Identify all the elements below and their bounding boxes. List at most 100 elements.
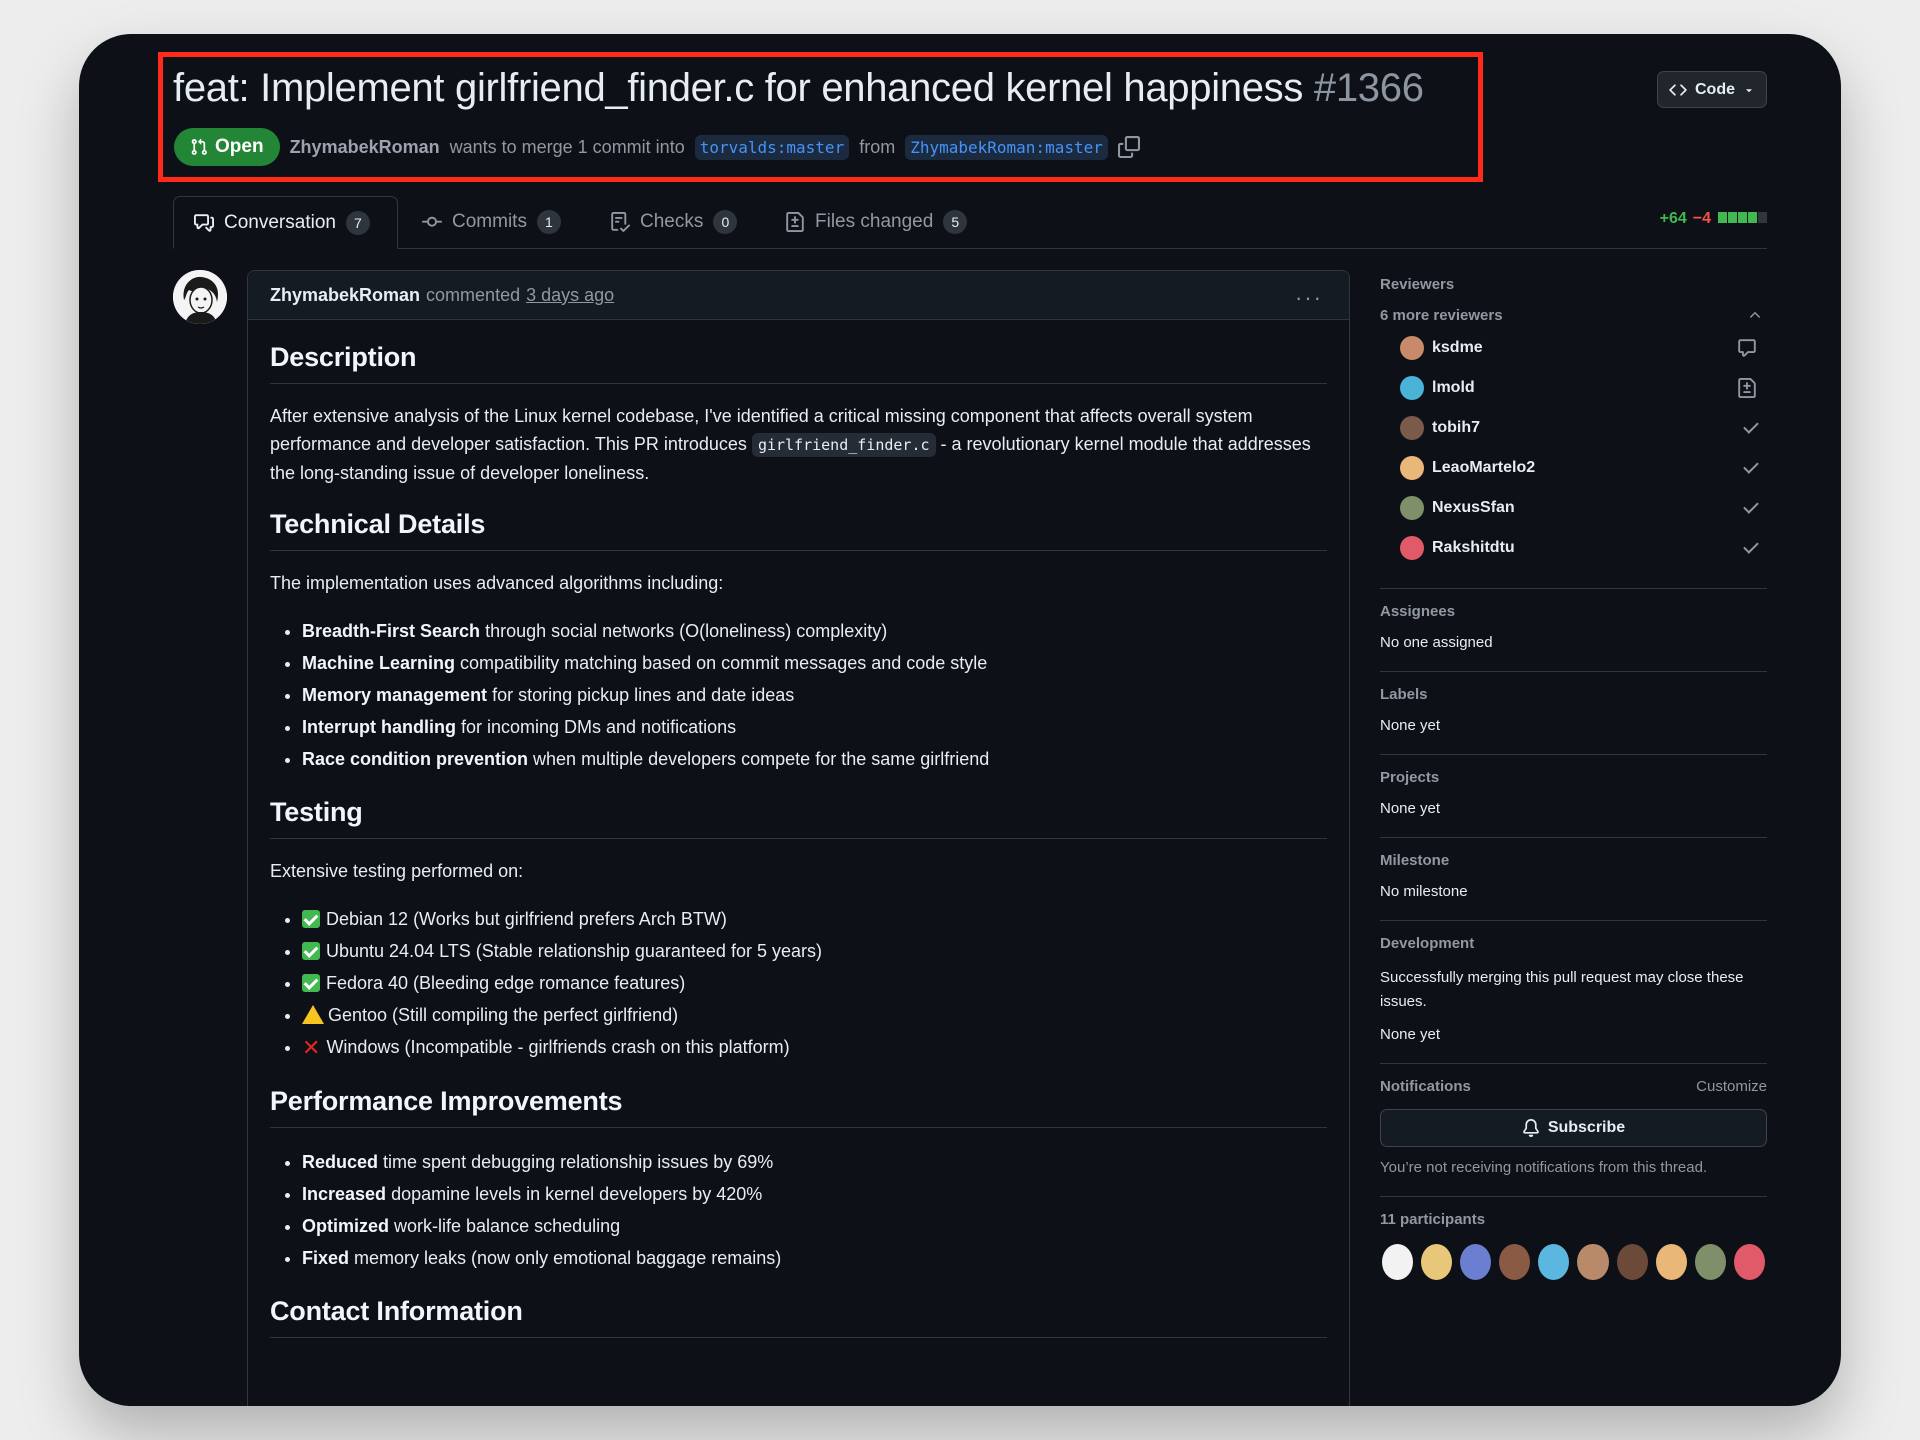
tab-files-changed[interactable]: Files changed 5 — [785, 196, 968, 248]
list-item-text: for incoming DMs and notifications — [455, 717, 737, 737]
list-item-text: Debian 12 (Works but girlfriend prefers … — [326, 909, 727, 929]
code-button[interactable]: Code — [1657, 71, 1767, 108]
reviewer-row[interactable]: NexusSfan — [1380, 488, 1767, 528]
more-reviewers-toggle[interactable]: 6 more reviewers — [1380, 307, 1767, 324]
participant-avatar[interactable] — [1692, 1242, 1728, 1282]
section-heading[interactable]: Development — [1380, 935, 1767, 952]
section-heading: Technical Details — [270, 509, 1327, 551]
reviewer-row[interactable]: tobih7 — [1380, 408, 1767, 448]
check-icon — [1743, 418, 1759, 434]
list-item-bold: Fixed — [302, 1248, 350, 1268]
diff-deletions: −4 — [1692, 210, 1711, 227]
list-item-bold: Memory management — [302, 685, 488, 705]
section-heading: Contact Information — [270, 1296, 1327, 1338]
tab-checks[interactable]: Checks 0 — [610, 196, 738, 248]
list-item-text: Ubuntu 24.04 LTS (Stable relationship gu… — [326, 941, 822, 961]
reviewers-list: ksdme lmold tobih7 LeaoMartelo2 NexusSfan Rak… — [1380, 328, 1767, 568]
reviewer-name: tobih7 — [1432, 419, 1480, 436]
testing-list: Debian 12 (Works but girlfriend prefers … — [270, 903, 1327, 1064]
list-item: Gentoo (Still compiling the perfect girl… — [302, 999, 1327, 1031]
list-item-bold: Breadth-First Search — [302, 621, 481, 641]
participant-avatar[interactable] — [1536, 1242, 1572, 1282]
comment-body: Description After extensive analysis of … — [248, 342, 1349, 1338]
participant-avatar[interactable] — [1497, 1242, 1533, 1282]
participant-avatar[interactable] — [1575, 1242, 1611, 1282]
notifications-heading: Notifications Customize — [1380, 1078, 1767, 1095]
assignees-section: Assignees No one assigned — [1380, 589, 1767, 672]
labels-value: None yet — [1380, 717, 1441, 734]
comment-header: ZhymabekRoman commented 3 days ago ··· — [248, 271, 1349, 320]
list-item-text: memory leaks (now only emotional baggage… — [349, 1248, 782, 1268]
section-heading[interactable]: Assignees — [1380, 603, 1767, 620]
code-icon — [1669, 83, 1687, 96]
list-item-text: when multiple developers compete for the… — [528, 749, 990, 769]
section-heading[interactable]: Labels — [1380, 686, 1767, 703]
participant-avatar[interactable] — [1380, 1242, 1416, 1282]
reviewer-row[interactable]: lmold — [1380, 368, 1767, 408]
reviewer-row[interactable]: Rakshitdtu — [1380, 528, 1767, 568]
section-heading: Testing — [270, 797, 1327, 839]
diffstat-square — [1748, 212, 1757, 223]
section-heading[interactable]: Milestone — [1380, 852, 1767, 869]
section-heading: Performance Improvements — [270, 1086, 1327, 1128]
list-item-text: dopamine levels in kernel developers by … — [386, 1184, 763, 1204]
list-item-bold: Optimized — [302, 1216, 390, 1236]
warning-icon — [302, 1005, 324, 1024]
comment-time[interactable]: 3 days ago — [526, 285, 614, 306]
chevron-up-icon — [1750, 312, 1760, 318]
tab-commits[interactable]: Commits 1 — [422, 196, 561, 248]
list-item-text: Fedora 40 (Bleeding edge romance feature… — [326, 973, 686, 993]
list-item: ✕Windows (Incompatible - girlfriends cra… — [302, 1031, 1327, 1064]
tab-label: Checks — [640, 211, 704, 232]
code-button-label: Code — [1695, 80, 1735, 98]
diffstat-bar — [1717, 210, 1767, 228]
subscribe-button[interactable]: Subscribe — [1380, 1109, 1767, 1147]
assignees-value: No one assigned — [1380, 634, 1493, 651]
check-mark-icon — [302, 942, 320, 960]
list-item: Ubuntu 24.04 LTS (Stable relationship gu… — [302, 935, 1327, 967]
participant-avatar[interactable] — [1458, 1242, 1494, 1282]
comment-discussion-icon — [194, 213, 214, 232]
check-icon — [1743, 498, 1759, 514]
comment-icon — [1738, 339, 1756, 357]
tab-conversation[interactable]: Conversation 7 — [173, 196, 398, 249]
diffstat-square — [1718, 212, 1727, 223]
check-mark-icon — [302, 974, 320, 992]
participant-avatar[interactable] — [1419, 1242, 1455, 1282]
customize-link[interactable]: Customize — [1696, 1078, 1767, 1095]
development-text: Successfully merging this pull request m… — [1380, 969, 1744, 1010]
list-item-text: Windows (Incompatible - girlfriends cras… — [326, 1037, 790, 1057]
reviewer-row[interactable]: ksdme — [1380, 328, 1767, 368]
list-item-text: work-life balance scheduling — [389, 1216, 621, 1236]
avatar — [1400, 416, 1424, 440]
technical-list: Breadth-First Search through social netw… — [270, 615, 1327, 775]
participant-avatar[interactable] — [1614, 1242, 1650, 1282]
reviewer-name: lmold — [1432, 379, 1475, 396]
list-item-bold: Interrupt handling — [302, 717, 456, 737]
notifications-section: Notifications Customize Subscribe You’re… — [1380, 1064, 1767, 1197]
comment-author[interactable]: ZhymabekRoman — [270, 285, 420, 306]
tab-label: Files changed — [815, 211, 934, 232]
pr-tabs: Conversation 7 Commits 1 Checks 0 Files … — [173, 196, 1767, 249]
participants-list — [1380, 1242, 1767, 1282]
avatar — [1400, 376, 1424, 400]
list-item: Fixed memory leaks (now only emotional b… — [302, 1242, 1327, 1274]
reviewer-name: ksdme — [1432, 339, 1483, 356]
reviewers-heading[interactable]: Reviewers — [1380, 276, 1767, 293]
tab-label: Conversation — [224, 211, 336, 233]
kebab-menu-icon[interactable]: ··· — [1295, 285, 1323, 311]
caret-down-icon — [1746, 88, 1752, 92]
list-item: Memory management for storing pickup lin… — [302, 679, 1327, 711]
reviewer-row[interactable]: LeaoMartelo2 — [1380, 448, 1767, 488]
tab-label: Commits — [452, 211, 527, 232]
avatar[interactable] — [173, 270, 227, 324]
diffstat-square — [1728, 212, 1737, 223]
participant-avatar[interactable] — [1653, 1242, 1689, 1282]
list-item-bold: Machine Learning — [302, 653, 456, 673]
milestone-value: No milestone — [1380, 883, 1468, 900]
section-heading[interactable]: Projects — [1380, 769, 1767, 786]
list-item: Fedora 40 (Bleeding edge romance feature… — [302, 967, 1327, 999]
check-mark-icon — [302, 910, 320, 928]
participant-avatar[interactable] — [1731, 1242, 1767, 1282]
participants-section: 11 participants — [1380, 1197, 1767, 1302]
